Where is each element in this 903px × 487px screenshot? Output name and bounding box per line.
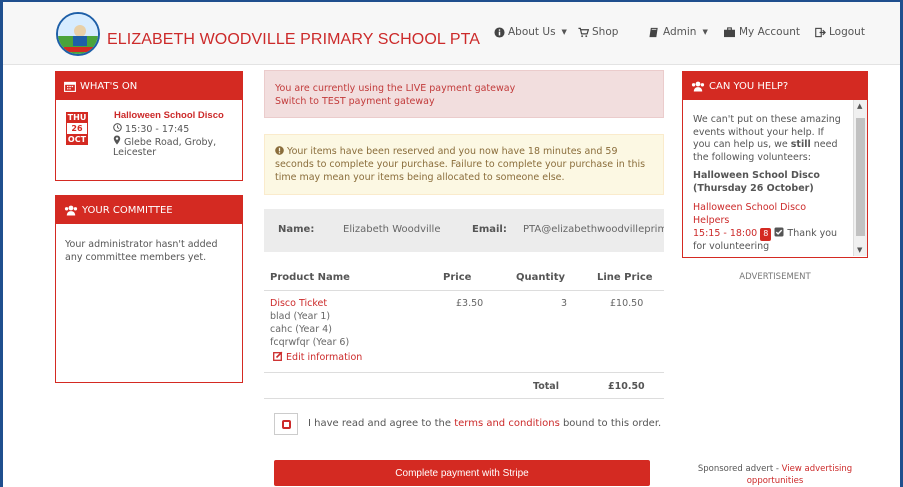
whats-on-panel: WHAT'S ON THU 26 OCT Halloween School Di… (55, 71, 243, 181)
total-divider (264, 372, 664, 373)
school-logo[interactable] (56, 12, 100, 56)
item-line-price: £10.50 (610, 298, 644, 309)
col-price: Price (443, 272, 472, 283)
nav-shop-label: Shop (592, 26, 619, 38)
total-label: Total (533, 381, 559, 392)
committee-panel: YOUR COMMITTEE Your administrator hasn't… (55, 195, 243, 383)
briefcase-icon (724, 26, 735, 37)
scroll-down-icon[interactable]: ▼ (857, 246, 862, 254)
attendee-1: blad (Year 1) (270, 311, 331, 322)
event-time-text: 15:30 - 17:45 (125, 124, 190, 135)
nav-admin-label: Admin (663, 26, 697, 38)
info-icon (494, 26, 505, 38)
help-role-row: Halloween School Disco Helpers 15:15 - 1… (693, 202, 843, 253)
clock-icon (113, 123, 122, 132)
item-quantity: 3 (561, 298, 568, 309)
help-role-link[interactable]: Halloween School Disco Helpers (693, 202, 806, 226)
help-intro-bold: still (790, 139, 811, 150)
top-navbar: ELIZABETH WOODVILLE PRIMARY SCHOOL PTA A… (3, 2, 900, 65)
scroll-up-icon[interactable]: ▲ (857, 102, 862, 110)
col-line-price: Line Price (597, 272, 653, 283)
attendee-2: cahc (Year 4) (270, 324, 332, 335)
help-event-heading: Halloween School Disco (Thursday 26 Octo… (693, 170, 820, 194)
checkbox-square-icon (281, 419, 291, 429)
col-product-name: Product Name (270, 272, 350, 283)
edit-information-label: Edit information (286, 352, 363, 363)
help-intro: We can't put on these amazing events wit… (693, 114, 843, 164)
whats-on-header: WHAT'S ON (56, 72, 242, 100)
event-time: 15:30 - 17:45 (113, 123, 189, 135)
attendee-3: fcqrwfqr (Year 6) (270, 337, 350, 348)
customer-info-bar: Name: Elizabeth Woodville Email: PTA@eli… (264, 209, 664, 252)
whats-on-title: WHAT'S ON (80, 80, 138, 92)
calendar-icon (64, 81, 76, 92)
caret-down-icon: ▼ (702, 28, 708, 36)
reservation-alert: Your items have been reserved and you no… (264, 134, 664, 195)
terms-and-conditions-link[interactable]: terms and conditions (454, 418, 560, 429)
total-value: £10.50 (608, 381, 645, 392)
can-you-help-title: CAN YOU HELP? (709, 80, 789, 92)
nav-admin[interactable]: Admin ▼ (649, 26, 708, 38)
nav-my-account[interactable]: My Account (723, 26, 800, 38)
can-you-help-header: CAN YOU HELP? (683, 72, 867, 100)
site-brand[interactable]: ELIZABETH WOODVILLE PRIMARY SCHOOL PTA (107, 31, 480, 49)
header-divider (264, 290, 664, 291)
terms-suffix: bound to this order. (559, 418, 662, 429)
can-you-help-panel: CAN YOU HELP? We can't put on these amaz… (682, 71, 868, 258)
event-month: OCT (66, 134, 88, 145)
event-date-badge: THU 26 OCT (66, 112, 88, 145)
event-day: THU (66, 112, 88, 123)
item-price: £3.50 (456, 298, 484, 309)
users-icon (64, 205, 78, 215)
committee-title: YOUR COMMITTEE (82, 204, 173, 216)
scroll-thumb[interactable] (856, 118, 865, 236)
nav-logout-label: Logout (829, 26, 865, 38)
reservation-text: Your items have been reserved and you no… (275, 146, 646, 183)
committee-empty-text: Your administrator hasn't added any comm… (65, 239, 218, 263)
sponsored-advert: Sponsored advert - View advertising oppo… (682, 463, 868, 487)
name-value: Elizabeth Woodville (343, 224, 441, 235)
terms-prefix: I have read and agree to the (308, 418, 455, 429)
live-gateway-alert: You are currently using the LIVE payment… (264, 70, 664, 118)
help-role-time: 15:15 - 18:00 (693, 228, 758, 239)
email-label: Email: (472, 224, 507, 235)
advertisement-label: ADVERTISEMENT (739, 272, 811, 282)
edit-icon (273, 351, 283, 361)
committee-header: YOUR COMMITTEE (56, 196, 242, 224)
name-label: Name: (278, 224, 315, 235)
event-date: 26 (66, 123, 88, 134)
live-gateway-text: You are currently using the LIVE payment… (275, 83, 516, 94)
edit-information-link[interactable]: Edit information (273, 351, 362, 363)
event-title-link[interactable]: Halloween School Disco (114, 110, 224, 121)
nav-account-label: My Account (739, 26, 801, 38)
terms-agreement-text: I have read and agree to the terms and c… (308, 418, 661, 429)
check-square-icon (774, 227, 784, 237)
map-marker-icon (113, 135, 121, 145)
nav-shop[interactable]: Shop (578, 26, 618, 38)
table-bottom-divider (264, 398, 664, 399)
exclamation-circle-icon (275, 146, 284, 155)
nav-logout[interactable]: Logout (815, 26, 865, 38)
volunteer-count-badge: 8 (760, 228, 772, 241)
help-scrollbar[interactable]: ▲ ▼ (853, 100, 867, 256)
sponsor-prefix: Sponsored advert - (697, 464, 782, 474)
event-location-line2: Leicester (113, 147, 157, 158)
email-value: PTA@elizabethwoodvilleprimary (523, 224, 664, 235)
product-link-disco-ticket[interactable]: Disco Ticket (270, 298, 327, 309)
users-icon (691, 81, 705, 91)
caret-down-icon: ▼ (561, 28, 567, 36)
col-quantity: Quantity (516, 272, 565, 283)
switch-test-gateway-link[interactable]: Switch to TEST payment gateway (275, 95, 653, 108)
help-scroll-content[interactable]: We can't put on these amazing events wit… (683, 100, 853, 256)
terms-checkbox[interactable] (274, 413, 298, 435)
complete-payment-button[interactable]: Complete payment with Stripe (274, 460, 650, 486)
nav-about-us[interactable]: About Us ▼ (494, 26, 567, 38)
cart-icon (578, 27, 589, 37)
sign-out-icon (815, 27, 826, 37)
book-icon (649, 27, 658, 37)
nav-about-label: About Us (508, 26, 556, 38)
